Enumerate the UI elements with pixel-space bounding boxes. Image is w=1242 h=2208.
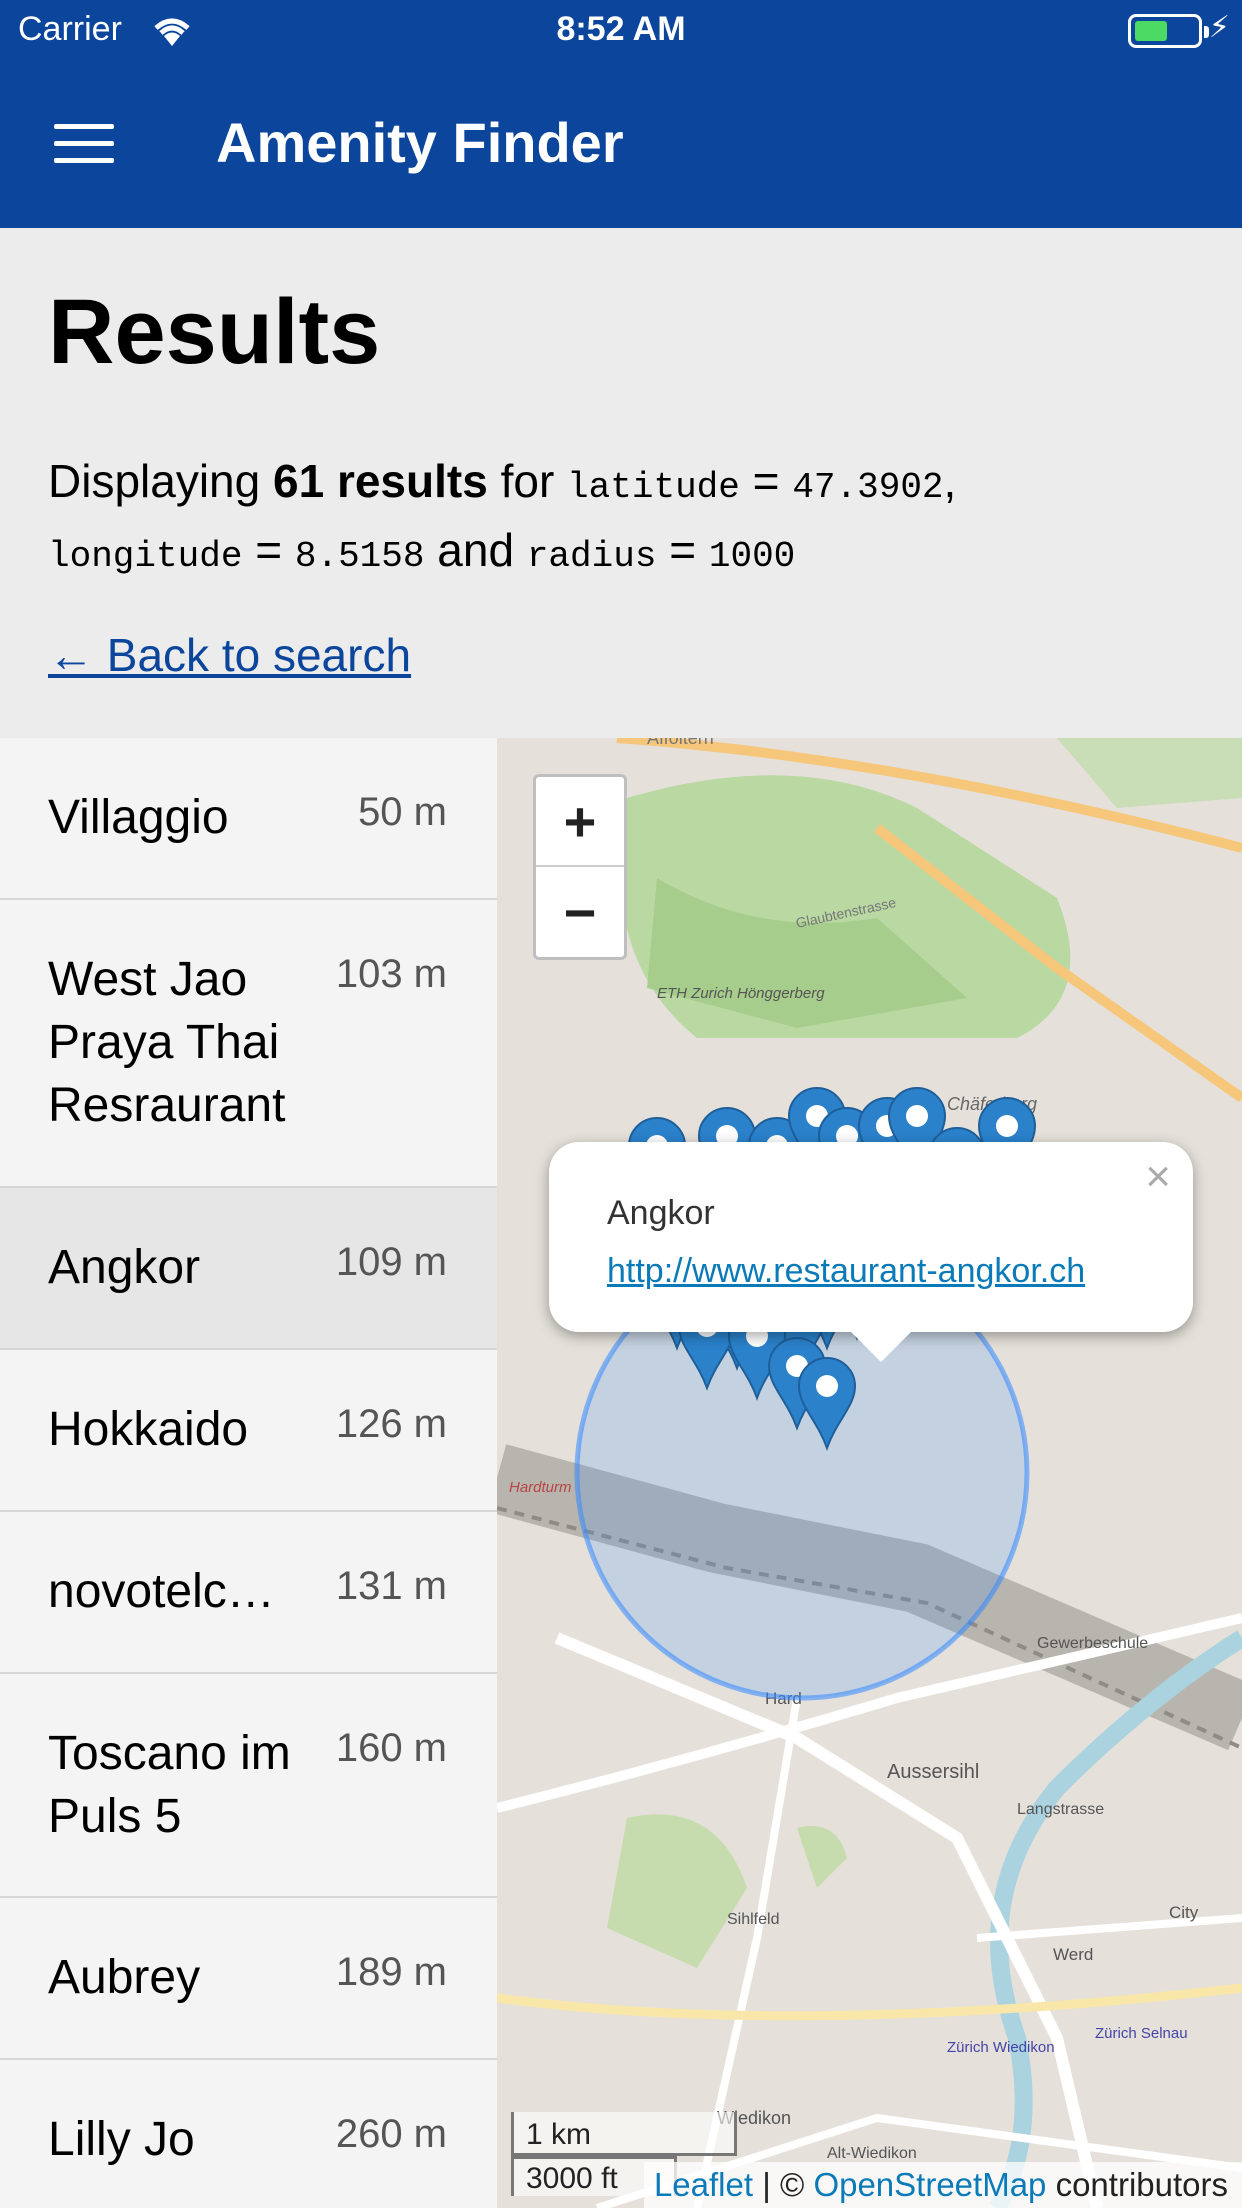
list-item[interactable]: Toscano im Puls 5 160 m (0, 1674, 497, 1898)
battery-icon (1128, 14, 1209, 48)
list-item[interactable]: West Jao Praya Thai Resraurant 103 m (0, 900, 497, 1188)
list-item-name: Toscano im Puls 5 (48, 1727, 291, 1843)
map-label: Werd (1053, 1945, 1093, 1964)
list-item-distance: 131 m (335, 1564, 447, 1608)
list-item-distance: 109 m (335, 1240, 447, 1284)
radius-value: 1000 (708, 536, 796, 577)
longitude-value: 8.5158 (294, 536, 425, 577)
map-label: ETH Zurich Hönggerberg (657, 985, 825, 1002)
list-item-distance: 126 m (335, 1402, 447, 1446)
zoom-out-button[interactable]: − (536, 867, 624, 957)
list-item-distance: 50 m (358, 790, 447, 834)
latitude-value: 47.3902 (792, 467, 944, 508)
list-item-distance: 160 m (335, 1726, 447, 1770)
map-popup: × Angkor http://www.restaurant-angkor.ch (549, 1142, 1193, 1362)
close-icon[interactable]: × (1145, 1152, 1171, 1202)
map-label: Alt-Wiedikon (827, 2145, 917, 2162)
map-label: Hardturm (509, 1479, 572, 1496)
list-item[interactable]: Hokkaido 126 m (0, 1350, 497, 1512)
list-item-name: West Jao Praya Thai Resraurant (48, 953, 286, 1132)
map-label: Zürich Wiedikon (947, 2039, 1055, 2056)
list-item[interactable]: Lilly Jo 260 m (0, 2060, 497, 2208)
list-item-name: novotelc… (48, 1565, 275, 1618)
results-count: 61 results (273, 455, 488, 507)
list-item-name: Aubrey (48, 1951, 201, 2004)
map-marker-dot (996, 1115, 1018, 1137)
status-bar: Carrier 8:52 AM ⚡ (0, 0, 1242, 62)
zoom-in-button[interactable]: + (536, 777, 624, 867)
popup-website-link[interactable]: http://www.restaurant-angkor.ch (607, 1252, 1085, 1291)
map-marker-dot (906, 1105, 928, 1127)
map-label: City (1169, 1903, 1199, 1922)
list-item[interactable]: novotelc… 131 m (0, 1512, 497, 1674)
map-label: Affoltern (647, 738, 714, 748)
map-label: Sihlfeld (727, 1911, 779, 1928)
list-item-name: Hokkaido (48, 1403, 249, 1456)
osm-link[interactable]: OpenStreetMap (813, 2166, 1046, 2203)
charging-icon: ⚡ (1208, 11, 1230, 44)
zoom-control: + − (533, 774, 627, 960)
map-marker-dot (816, 1375, 838, 1397)
list-item-name: Lilly Jo (48, 2113, 195, 2166)
list-item-name: Villaggio (48, 791, 229, 844)
results-list: Villaggio 50 m West Jao Praya Thai Resra… (0, 738, 497, 2208)
list-item-distance: 103 m (335, 952, 447, 996)
map-label: Aussersihl (887, 1761, 979, 1783)
back-to-search-link[interactable]: ← Back to search (48, 628, 411, 682)
map-label: Zürich Selnau (1095, 2025, 1188, 2042)
list-item-selected[interactable]: Angkor 109 m (0, 1188, 497, 1350)
clock: 8:52 AM (556, 10, 686, 48)
scale-metric: 1 km (511, 2112, 737, 2156)
map-label: Gewerbeschule (1037, 1635, 1148, 1652)
app-title: Amenity Finder (216, 111, 624, 174)
popup-title: Angkor (607, 1194, 715, 1232)
list-item-distance: 260 m (335, 2112, 447, 2156)
map-label: Langstrasse (1017, 1801, 1104, 1818)
hamburger-menu-icon[interactable] (54, 124, 114, 168)
leaflet-link[interactable]: Leaflet (654, 2166, 753, 2203)
list-item[interactable]: Aubrey 189 m (0, 1898, 497, 2060)
map[interactable]: Affoltern ETH Zurich Hönggerberg Chäferb… (497, 738, 1242, 2208)
popup-tip (849, 1330, 913, 1362)
list-item[interactable]: Villaggio 50 m (0, 738, 497, 900)
list-item-name: Angkor (48, 1241, 201, 1294)
app-bar: Amenity Finder (0, 62, 1242, 228)
list-item-distance: 189 m (335, 1950, 447, 1994)
map-attribution: Leaflet | © OpenStreetMap contributors (643, 2162, 1242, 2208)
page-title: Results (48, 281, 381, 383)
results-summary: Displaying 61 results for latitude = 47.… (48, 455, 957, 577)
